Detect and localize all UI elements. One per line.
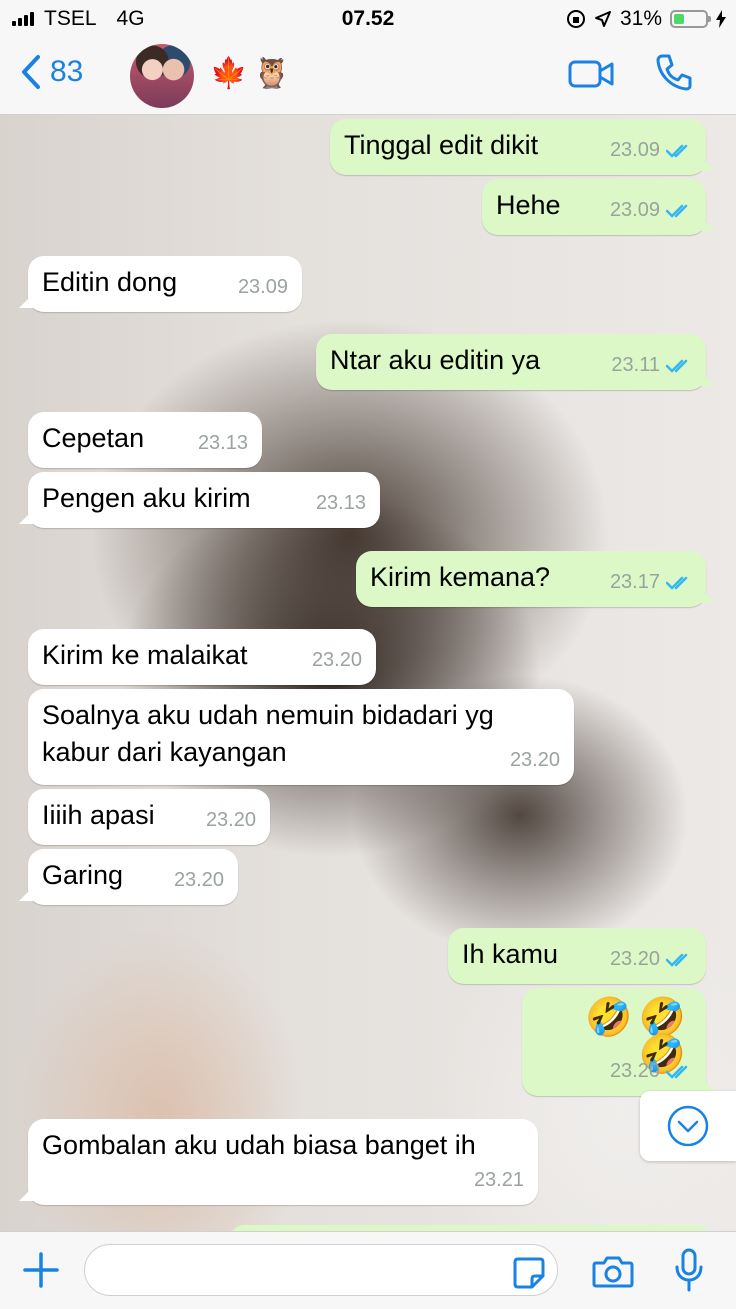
message-bubble-incoming[interactable]: Cepetan 23.13 (28, 412, 262, 468)
message-bubble-incoming[interactable]: Editin dong 23.09 (28, 256, 302, 312)
message-time: 23.20 (509, 749, 560, 771)
message-text: Ntar aku editin ya (330, 345, 541, 375)
message-text: Kirim kemana? (370, 562, 551, 592)
charging-bolt-icon (716, 10, 726, 28)
message-time: 23.20 (311, 649, 362, 671)
message-text-line: Soalnya aku udah nemuin bidadari yg (42, 700, 494, 730)
message-time: 23.21 (473, 1169, 524, 1191)
location-arrow-icon (594, 11, 611, 27)
sticker-icon[interactable] (512, 1256, 546, 1290)
message-time: 23.20 (609, 948, 660, 970)
message-input[interactable] (103, 1245, 507, 1295)
message-time: 23.20 (173, 869, 224, 891)
message-text: Ih kamu (462, 939, 559, 969)
message-time: 23.09 (609, 139, 660, 161)
message-time: 23.17 (609, 571, 660, 593)
message-bubble-outgoing[interactable]: Ntar aku editin ya 23.11 (316, 334, 706, 390)
message-text: Kirim ke malaikat (42, 640, 248, 670)
battery-icon (670, 10, 711, 28)
plus-icon[interactable] (22, 1251, 60, 1289)
double-check-icon (666, 1065, 688, 1079)
message-input-bar (0, 1231, 736, 1309)
battery-percent: 31% (619, 7, 662, 30)
message-bubble-outgoing[interactable]: 🤣🤣🤣 23.20 (522, 988, 706, 1096)
message-bubble-outgoing[interactable]: Kirim kemana? 23.17 (356, 551, 706, 607)
message-text: Editin dong (42, 267, 178, 297)
double-check-icon (666, 144, 688, 158)
message-bubble-incoming[interactable]: Pengen aku kirim 23.13 (28, 472, 380, 528)
message-time: 23.11 (611, 354, 660, 376)
message-time: 23.13 (315, 492, 366, 514)
chat-header: 83 🍁🦉 (0, 36, 736, 115)
message-bubble-outgoing[interactable]: Tinggal edit dikit 23.09 (330, 119, 706, 175)
message-time: 23.09 (237, 276, 288, 298)
double-check-icon (666, 953, 688, 967)
chevron-down-icon (667, 1105, 709, 1147)
message-bubble-incoming[interactable]: Gombalan aku udah biasa banget ih 23.21 (28, 1119, 538, 1205)
message-text: Hehe (496, 190, 561, 220)
message-text: Iiiih apasi (42, 800, 155, 830)
message-bubble-incoming[interactable]: Soalnya aku udah nemuin bidadari yg kabu… (28, 689, 574, 785)
double-check-icon (666, 576, 688, 590)
message-bubble-incoming[interactable]: Kirim ke malaikat 23.20 (28, 629, 376, 685)
contact-name[interactable]: 🍁🦉 (210, 56, 297, 91)
microphone-icon[interactable] (674, 1248, 704, 1292)
message-text: Tinggal edit dikit (344, 130, 539, 160)
chat-background: Tinggal edit dikit 23.09 Hehe 23.09 Edit… (0, 115, 736, 1231)
message-bubble-outgoing[interactable]: Hehe 23.09 (482, 179, 706, 235)
camera-icon[interactable] (592, 1254, 634, 1288)
video-call-icon[interactable] (568, 58, 614, 90)
message-time: 23.20 (609, 1060, 660, 1082)
scroll-to-bottom-button[interactable] (640, 1091, 736, 1161)
message-time: 23.09 (609, 199, 660, 221)
double-check-icon (666, 359, 688, 373)
message-time: 23.13 (197, 432, 248, 454)
double-check-icon (666, 204, 688, 218)
contact-avatar[interactable] (130, 44, 194, 108)
message-bubble-incoming[interactable]: Garing 23.20 (28, 849, 238, 905)
message-text: Gombalan aku udah biasa banget ih (42, 1130, 476, 1160)
message-text-line: kabur dari kayangan (42, 737, 287, 767)
message-time: 23.20 (205, 809, 256, 831)
message-text: Pengen aku kirim (42, 483, 251, 513)
status-bar: TSEL 4G 07.52 31% (0, 0, 736, 36)
unread-count: 83 (50, 55, 84, 88)
back-button[interactable]: 83 (20, 54, 83, 90)
rotation-lock-icon (566, 10, 585, 28)
message-input-field[interactable] (84, 1244, 558, 1296)
message-bubble-outgoing[interactable]: Ih kamu 23.20 (448, 928, 706, 984)
message-text: Cepetan (42, 423, 145, 453)
back-chevron-icon (22, 55, 40, 89)
phone-icon[interactable] (654, 52, 694, 92)
message-bubble-incoming[interactable]: Iiiih apasi 23.20 (28, 789, 270, 845)
message-text: Garing (42, 860, 124, 890)
